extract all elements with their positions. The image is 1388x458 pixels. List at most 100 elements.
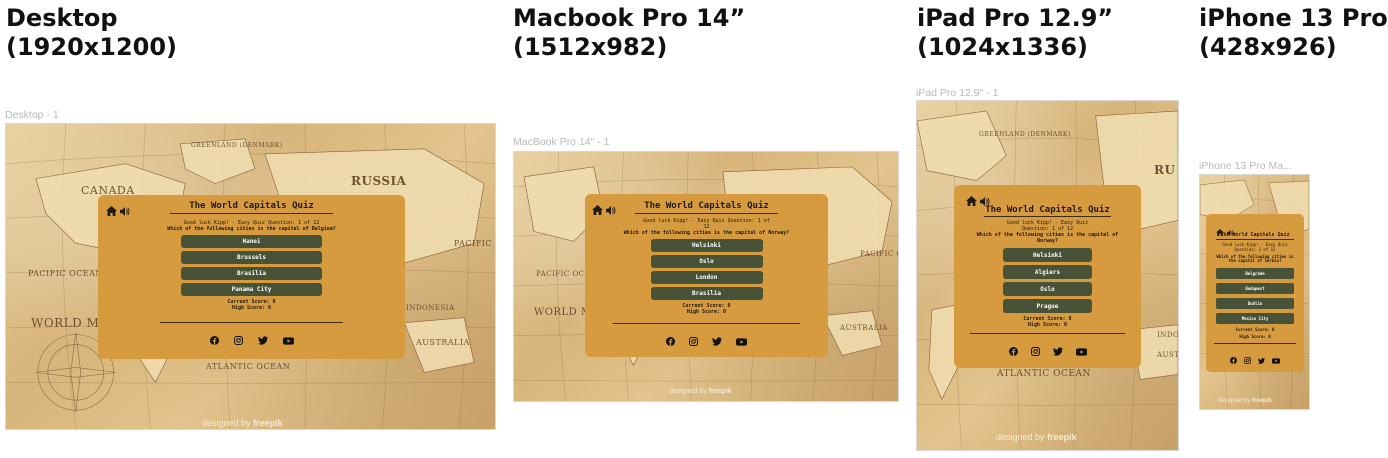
quiz-panel: The World Capitals Quiz Good luck Kipp! … xyxy=(954,185,1141,368)
ipad-heading: iPad Pro 12.9” (1024x1336) xyxy=(917,4,1113,63)
map-label: GREENLAND (DENMARK) xyxy=(979,131,1071,138)
map-label: AUSTRALIA xyxy=(840,324,888,332)
macbook-frame: PACIFIC OCEAN WORLD MA PACIFIC OCEAN AUS… xyxy=(513,151,899,402)
question-text: Norway? xyxy=(1036,238,1059,244)
credit-prefix: designed by xyxy=(1218,398,1251,404)
quiz-panel: The World Capitals Quiz Good luck Kipp! … xyxy=(1206,214,1304,372)
home-icon[interactable] xyxy=(106,201,117,220)
credit-prefix: designed by xyxy=(202,418,251,428)
credit-prefix: designed by xyxy=(996,432,1045,442)
heading-line: iPhone 13 Pro xyxy=(1199,4,1388,32)
map-label: INDO xyxy=(1157,331,1179,339)
social-links xyxy=(98,330,405,349)
title-divider xyxy=(635,213,778,214)
answer-button[interactable]: Oslo xyxy=(650,255,763,268)
credit-brand: freepik xyxy=(708,388,732,395)
high-score: High Score: 0 xyxy=(686,309,727,316)
heading-line: (1920x1200) xyxy=(6,33,178,62)
twitter-icon[interactable] xyxy=(1258,349,1265,368)
heading-line: Desktop xyxy=(6,4,118,32)
credit-prefix: designed by xyxy=(669,388,707,395)
instagram-icon[interactable] xyxy=(233,330,243,349)
answer-button[interactable]: Brussels xyxy=(181,251,322,264)
credit-brand: freepik xyxy=(253,418,283,428)
credit-brand: freepik xyxy=(1252,398,1272,404)
youtube-icon[interactable] xyxy=(1075,341,1087,360)
home-icon[interactable] xyxy=(592,200,603,219)
volume-icon[interactable] xyxy=(120,201,130,220)
toolbar-icons xyxy=(106,201,130,220)
map-label: RU xyxy=(1154,163,1176,177)
question-text: Which of the following cities is the cap… xyxy=(623,230,790,236)
toolbar-icons xyxy=(592,200,616,219)
answer-button[interactable]: Brasilia xyxy=(181,267,322,280)
answer-button[interactable]: Budapest xyxy=(1216,283,1294,295)
map-label: PACIFIC OCEAN xyxy=(860,250,898,258)
desktop-heading: Desktop (1920x1200) xyxy=(6,4,177,63)
answer-button[interactable]: Dublin xyxy=(1216,298,1294,310)
question-text: the capital of Serbia? xyxy=(1228,258,1282,264)
quiz-title: The World Capitals Quiz xyxy=(189,201,314,211)
iphone-heading: iPhone 13 Pro (428x926) xyxy=(1199,4,1388,63)
map-label: WORLD MA xyxy=(31,316,109,330)
map-label: RUSSIA xyxy=(351,174,407,188)
facebook-icon[interactable] xyxy=(1008,341,1018,360)
instagram-icon[interactable] xyxy=(1244,349,1251,368)
title-divider xyxy=(984,216,1111,217)
volume-icon[interactable] xyxy=(980,191,990,210)
footer-divider xyxy=(613,322,800,324)
macbook-frame-label: MacBook Pro 14" - 1 xyxy=(513,136,610,148)
home-icon[interactable] xyxy=(1216,221,1224,240)
footer-divider xyxy=(1214,343,1296,345)
twitter-icon[interactable] xyxy=(257,330,268,349)
heading-line: (1024x1336) xyxy=(917,33,1089,62)
instagram-icon[interactable] xyxy=(1030,341,1040,360)
heading-line: (1512x982) xyxy=(513,33,668,62)
iphone-frame: The World Capitals Quiz Good luck Kipp! … xyxy=(1199,174,1310,410)
freepik-credit: designed by freepik xyxy=(202,418,283,428)
facebook-icon[interactable] xyxy=(666,331,675,350)
ipad-frame: GREENLAND (DENMARK) RU ATLANTIC OCEAN IN… xyxy=(916,100,1179,451)
twitter-icon[interactable] xyxy=(712,331,722,350)
map-label: ATLANTIC OCEAN xyxy=(997,369,1091,379)
answer-button[interactable]: Belgrade xyxy=(1216,268,1294,280)
twitter-icon[interactable] xyxy=(1052,341,1063,360)
heading-line: (428x926) xyxy=(1199,33,1337,62)
quiz-panel: The World Capitals Quiz Good luck Kipp! … xyxy=(98,195,405,359)
answer-button[interactable]: Mexico City xyxy=(1216,313,1294,325)
instagram-icon[interactable] xyxy=(689,331,698,350)
quiz-panel: The World Capitals Quiz Good luck Kipp! … xyxy=(585,194,828,357)
social-links xyxy=(954,341,1141,360)
facebook-icon[interactable] xyxy=(1230,349,1237,368)
answer-button[interactable]: Hanoi xyxy=(181,235,322,248)
desktop-frame-label: Desktop - 1 xyxy=(5,109,59,121)
answer-button[interactable]: Prague xyxy=(1003,299,1092,313)
footer-divider xyxy=(160,321,343,323)
answer-button[interactable]: Panama City xyxy=(181,283,322,296)
answer-button[interactable]: Oslo xyxy=(1003,282,1092,296)
macbook-heading: Macbook Pro 14” (1512x982) xyxy=(513,4,745,63)
answer-button[interactable]: Helsinki xyxy=(1003,248,1092,262)
map-label: AUSTRALIA xyxy=(416,338,470,347)
freepik-credit: designed by freepik xyxy=(1218,398,1272,404)
map-label: PACIFIC OCEAN xyxy=(454,239,495,248)
map-label: ATLANTIC OCEAN xyxy=(206,362,291,371)
answer-button[interactable]: Helsinki xyxy=(650,239,763,252)
current-score: Current Score: 0 xyxy=(1235,327,1275,333)
volume-icon[interactable] xyxy=(606,200,616,219)
high-score: High Score: 0 xyxy=(1027,322,1068,329)
heading-line: iPad Pro 12.9” xyxy=(917,4,1114,32)
credit-brand: freepik xyxy=(1047,432,1077,442)
high-score: High Score: 0 xyxy=(1239,334,1271,340)
volume-icon[interactable] xyxy=(1227,221,1234,240)
youtube-icon[interactable] xyxy=(736,331,747,350)
answer-button[interactable]: Brasilia xyxy=(650,287,763,300)
toolbar-icons xyxy=(966,191,990,210)
youtube-icon[interactable] xyxy=(282,330,294,349)
home-icon[interactable] xyxy=(966,191,977,210)
facebook-icon[interactable] xyxy=(209,330,219,349)
footer-divider xyxy=(970,332,1125,334)
answer-button[interactable]: Algiers xyxy=(1003,265,1092,279)
answer-button[interactable]: London xyxy=(650,271,763,284)
youtube-icon[interactable] xyxy=(1272,349,1280,368)
